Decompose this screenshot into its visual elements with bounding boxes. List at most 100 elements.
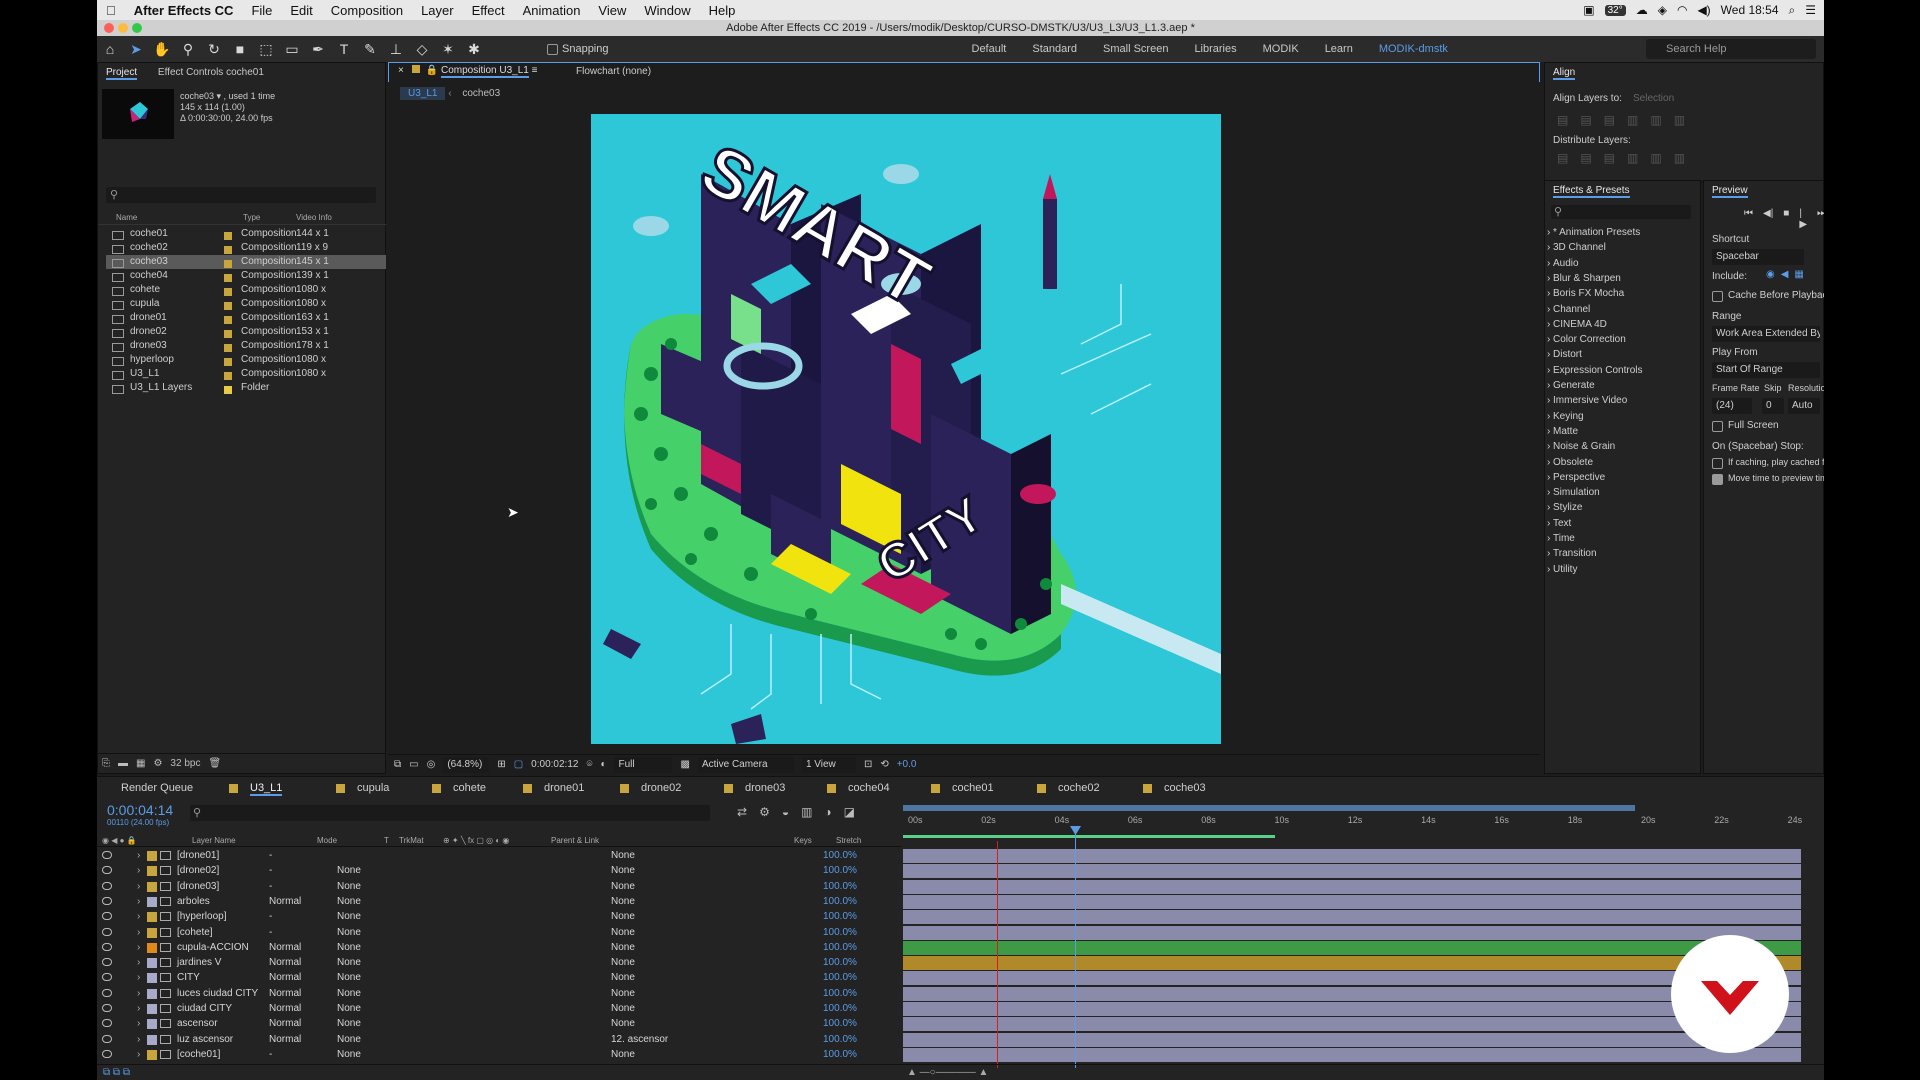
align-to-value[interactable]: Selection: [1633, 93, 1674, 104]
header-parent[interactable]: Parent & Link: [551, 836, 599, 845]
layer-name[interactable]: luz ascensor: [177, 1032, 233, 1047]
close-window-button[interactable]: [104, 23, 114, 33]
layer-trkmat[interactable]: None: [337, 925, 361, 940]
chevron-right-icon[interactable]: ›: [1547, 258, 1550, 269]
first-frame-icon[interactable]: ⏮: [1744, 208, 1753, 230]
menu-window[interactable]: Window: [635, 3, 699, 18]
layer-name[interactable]: cupula-ACCION: [177, 940, 249, 955]
layer-mode[interactable]: -: [269, 848, 272, 863]
layer-label-swatch[interactable]: [147, 866, 157, 877]
breadcrumb-u3-l1[interactable]: U3_L1: [400, 87, 446, 100]
chevron-right-icon[interactable]: ›: [137, 940, 140, 955]
project-item[interactable]: U3_L1 Composition 1080 x: [106, 367, 386, 381]
menu-help[interactable]: Help: [700, 3, 745, 18]
work-area-range[interactable]: [903, 805, 1635, 811]
tab-project[interactable]: Project: [106, 67, 138, 80]
layer-name[interactable]: luces ciudad CITY: [177, 986, 258, 1001]
chevron-right-icon[interactable]: ›: [137, 1032, 140, 1047]
effects-category[interactable]: Matte: [1553, 426, 1578, 437]
tab-align[interactable]: Align: [1553, 67, 1576, 80]
effects-category[interactable]: * Animation Presets: [1553, 227, 1640, 238]
label-color-swatch[interactable]: [224, 246, 232, 254]
effects-category[interactable]: Obsolete: [1553, 457, 1593, 468]
toggle-pixel-icon[interactable]: ⊡: [864, 759, 872, 770]
graph-editor-icon[interactable]: ◪: [844, 805, 855, 819]
grid-icon[interactable]: ⊞: [497, 759, 505, 770]
chevron-right-icon[interactable]: ›: [1547, 457, 1550, 468]
layer-label-swatch[interactable]: [147, 927, 157, 938]
wifi-icon[interactable]: ◠: [1677, 3, 1687, 17]
brush-tool-icon[interactable]: ✎: [360, 39, 380, 59]
layer-parent[interactable]: None: [611, 863, 635, 878]
chevron-right-icon[interactable]: ›: [1547, 426, 1550, 437]
timeline-current-time[interactable]: 0:00:04:14: [107, 802, 173, 818]
layer-parent[interactable]: None: [611, 879, 635, 894]
label-color-swatch[interactable]: [224, 288, 232, 296]
layer-stretch[interactable]: 100.0%: [823, 925, 857, 940]
layer-name[interactable]: [coche01]: [177, 1047, 220, 1062]
chevron-right-icon[interactable]: ›: [1547, 273, 1550, 284]
layer-mode[interactable]: -: [269, 909, 272, 924]
workspace-libraries[interactable]: Libraries: [1181, 43, 1249, 55]
hand-tool-icon[interactable]: ✋: [152, 39, 172, 59]
movetime-checkbox[interactable]: [1712, 474, 1723, 485]
playfrom-dropdown[interactable]: Start Of Range: [1712, 362, 1820, 378]
label-color-swatch[interactable]: [224, 358, 232, 366]
layer-stretch[interactable]: 100.0%: [823, 986, 857, 1001]
layer-label-swatch[interactable]: [147, 896, 157, 907]
layer-row[interactable]: › [drone03] - None None 100.0%: [97, 879, 1824, 894]
eye-visibility-icon[interactable]: [102, 973, 112, 982]
next-frame-icon[interactable]: |▶: [1799, 208, 1807, 230]
chevron-right-icon[interactable]: ›: [137, 1047, 140, 1062]
layer-parent[interactable]: None: [611, 925, 635, 940]
header-layer-name[interactable]: Layer Name: [192, 836, 236, 845]
project-item[interactable]: coche01 Composition 144 x 1: [106, 227, 386, 241]
resolution-dropdown[interactable]: Full: [614, 756, 673, 773]
new-comp-icon[interactable]: ▦: [136, 758, 145, 769]
layer-parent[interactable]: None: [611, 986, 635, 1001]
notification-icon[interactable]: ☰: [1805, 3, 1816, 17]
menu-layer[interactable]: Layer: [412, 3, 463, 18]
effects-search-input[interactable]: ⚲: [1551, 205, 1691, 219]
layer-label-swatch[interactable]: [147, 1004, 157, 1014]
layer-label-swatch[interactable]: [147, 912, 157, 923]
project-item[interactable]: hyperloop Composition 1080 x: [106, 353, 386, 367]
chevron-right-icon[interactable]: ›: [137, 848, 140, 863]
camera-tool-icon[interactable]: ■: [230, 39, 250, 59]
layer-row[interactable]: › arboles Normal None None 100.0%: [97, 894, 1824, 909]
frame-blending-icon[interactable]: ▥: [801, 805, 812, 819]
project-item[interactable]: cupula Composition 1080 x: [106, 297, 386, 311]
layer-trkmat[interactable]: None: [337, 863, 361, 878]
label-color-swatch[interactable]: [224, 232, 232, 240]
layer-label-swatch[interactable]: [147, 1019, 157, 1030]
layer-trkmat[interactable]: None: [337, 1016, 361, 1031]
app-name-menu[interactable]: After Effects CC: [125, 3, 243, 18]
label-color-swatch[interactable]: [224, 330, 232, 338]
effects-category[interactable]: Blur & Sharpen: [1553, 273, 1621, 284]
label-color-swatch[interactable]: [224, 274, 232, 282]
current-time[interactable]: 0:00:02:12: [531, 759, 578, 770]
layer-name[interactable]: [drone03]: [177, 879, 219, 894]
temperature-badge[interactable]: 32°: [1604, 4, 1626, 16]
shortcut-dropdown[interactable]: Spacebar: [1712, 249, 1804, 265]
chevron-right-icon[interactable]: ›: [137, 1001, 140, 1016]
layer-row[interactable]: › ciudad CITY Normal None None 100.0%: [97, 1001, 1824, 1016]
eye-visibility-icon[interactable]: [102, 1034, 112, 1043]
layer-name[interactable]: [cohete]: [177, 925, 213, 940]
header-t[interactable]: T: [384, 836, 389, 845]
layer-mode[interactable]: Normal: [269, 986, 301, 1001]
playhead-line[interactable]: [1075, 827, 1076, 1068]
eye-visibility-icon[interactable]: [102, 1004, 112, 1012]
layer-parent[interactable]: None: [611, 848, 635, 863]
comp-tab[interactable]: × 🔒 Composition U3_L1 ≡: [398, 65, 537, 78]
layer-trkmat[interactable]: None: [337, 909, 361, 924]
layer-label-swatch[interactable]: [147, 1034, 157, 1045]
timeline-tab[interactable]: drone02: [620, 777, 681, 799]
lock-icon[interactable]: 🔒: [426, 65, 438, 76]
eye-visibility-icon[interactable]: [102, 881, 112, 890]
layer-mode[interactable]: Normal: [269, 1001, 301, 1016]
zoom-slider-icon[interactable]: ▲ —○———— ▲: [907, 1067, 988, 1078]
workspace-modik[interactable]: MODIK: [1250, 43, 1312, 55]
layer-name[interactable]: [hyperloop]: [177, 909, 226, 924]
layer-trkmat[interactable]: None: [337, 1001, 361, 1016]
